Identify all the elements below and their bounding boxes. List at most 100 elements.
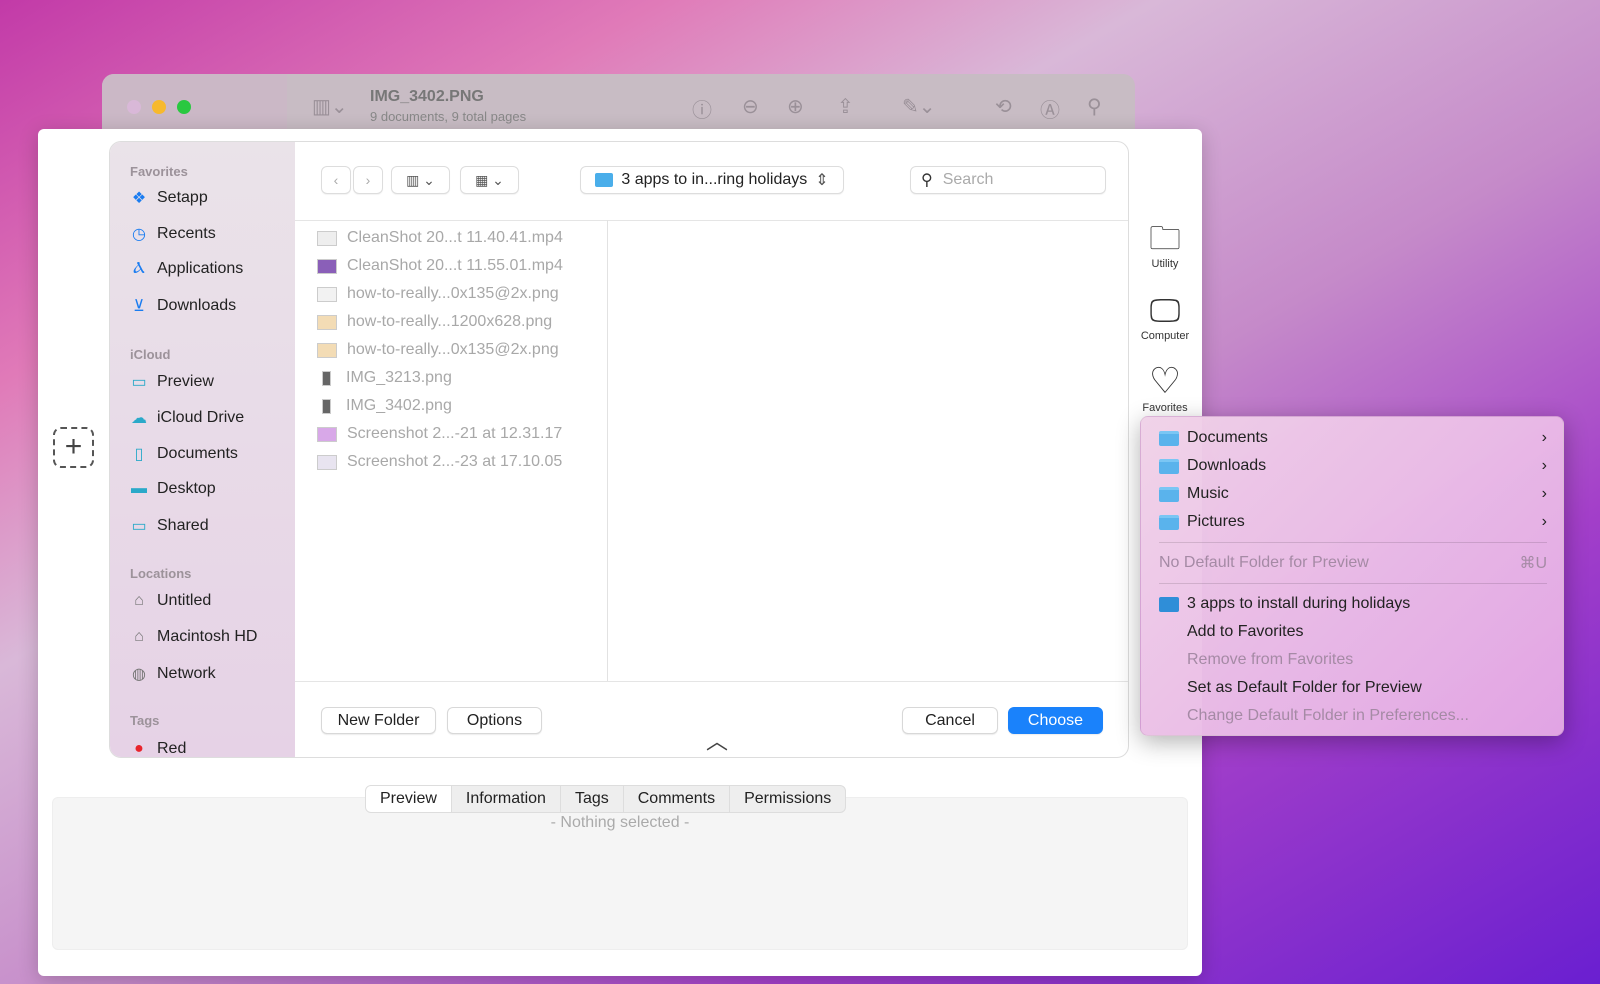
preview-window-titlebar: ▥⌄ IMG_3402.PNG 9 documents, 9 total pag… <box>102 74 1135 132</box>
file-name: IMG_3402.png <box>346 397 452 414</box>
sidebar-item-macintosh-hd[interactable]: ⌂ Macintosh HD <box>130 628 257 646</box>
menu-item-set-default[interactable]: Set as Default Folder for Preview <box>1159 675 1547 701</box>
sidebar-item-shared[interactable]: ▭ Shared <box>130 516 208 536</box>
utility-button[interactable]: 🗀 Utility <box>1140 218 1190 270</box>
sidebar-item-label: Recents <box>157 225 216 242</box>
file-row[interactable]: Screenshot 2...-23 at 17.10.05 <box>317 453 562 471</box>
columns-icon: ▥ ⌄ <box>406 171 435 188</box>
utility-folder-icon: 🗀 <box>1148 220 1181 256</box>
setapp-icon: ❖ <box>131 190 147 207</box>
computer-button[interactable]: 🖵 Computer <box>1140 290 1190 342</box>
info-icon[interactable]: ⓘ <box>692 94 712 123</box>
search-placeholder: Search <box>942 171 994 188</box>
sidebar-item-applications[interactable]: Ⲁ Applications <box>130 260 243 278</box>
back-button[interactable]: ‹ <box>321 166 351 194</box>
file-name: CleanShot 20...t 11.40.41.mp4 <box>347 229 563 246</box>
file-thumbnail-icon <box>317 454 337 470</box>
sidebar-toggle-icon[interactable]: ▥⌄ <box>312 94 348 119</box>
file-row[interactable]: how-to-really...0x135@2x.png <box>317 285 559 303</box>
folder-icon <box>1159 486 1179 502</box>
applications-icon: Ⲁ <box>133 260 145 277</box>
favorites-button[interactable]: ♡ Favorites <box>1140 360 1190 414</box>
shortcut-label: ⌘U <box>1519 555 1547 572</box>
minimize-button[interactable] <box>152 100 166 114</box>
file-row[interactable]: IMG_3402.png <box>317 397 452 415</box>
sidebar-item-label: Setapp <box>157 189 208 206</box>
file-name: CleanShot 20...t 11.55.01.mp4 <box>347 257 563 274</box>
file-row[interactable]: Screenshot 2...-21 at 12.31.17 <box>317 425 562 443</box>
file-row[interactable]: IMG_3213.png <box>317 369 452 387</box>
forward-button[interactable]: › <box>353 166 383 194</box>
menu-item-downloads[interactable]: Downloads › <box>1159 453 1547 479</box>
search-icon: ⚲ <box>921 172 933 189</box>
sidebar: Favorites ❖ Setapp ◷ Recents Ⲁ Applications… <box>110 142 295 757</box>
menu-item-music[interactable]: Music › <box>1159 481 1547 507</box>
add-plus-icon[interactable]: + <box>53 427 94 468</box>
folder-icon <box>1159 596 1179 612</box>
file-name: how-to-really...1200x628.png <box>347 313 553 330</box>
tab-comments[interactable]: Comments <box>622 786 729 812</box>
shared-folder-icon: ▭ <box>131 518 147 535</box>
menu-item-label: Downloads <box>1187 457 1267 474</box>
tab-information[interactable]: Information <box>450 786 560 812</box>
zoom-out-icon[interactable]: ⊖ <box>742 94 759 119</box>
rotate-icon[interactable]: ⟲ <box>995 94 1012 119</box>
view-mode-button[interactable]: ▥ ⌄ <box>391 166 450 194</box>
file-thumbnail-icon <box>322 398 331 414</box>
sidebar-item-documents[interactable]: ▯ Documents <box>130 444 238 464</box>
heart-icon: ♡ <box>1148 360 1182 401</box>
sidebar-item-label: Desktop <box>157 480 216 497</box>
file-name: Screenshot 2...-21 at 12.31.17 <box>347 425 563 442</box>
sidebar-item-setapp[interactable]: ❖ Setapp <box>130 188 208 208</box>
sidebar-item-red-tag[interactable]: ● Red <box>130 740 187 757</box>
tab-permissions[interactable]: Permissions <box>729 786 845 812</box>
file-row[interactable]: CleanShot 20...t 11.40.41.mp4 <box>317 229 563 247</box>
folder-icon <box>1159 430 1179 446</box>
sidebar-item-label: Macintosh HD <box>157 628 258 645</box>
cancel-button[interactable]: Cancel <box>902 707 998 734</box>
menu-item-current-folder[interactable]: 3 apps to install during holidays <box>1159 591 1547 617</box>
folder-icon: ▭ <box>131 374 147 391</box>
info-tabs: Preview Information Tags Comments Permission… <box>365 785 847 813</box>
sidebar-item-label: Red <box>157 740 187 757</box>
sidebar-item-preview[interactable]: ▭ Preview <box>130 372 213 392</box>
menu-item-add-favorites[interactable]: Add to Favorites <box>1159 619 1547 645</box>
markup-pen-icon[interactable]: ✎⌄ <box>902 94 936 119</box>
search-input[interactable]: ⚲ Search <box>910 166 1106 194</box>
file-row[interactable]: how-to-really...0x135@2x.png <box>317 341 559 359</box>
new-folder-button[interactable]: New Folder <box>321 707 436 734</box>
window-subtitle: 9 documents, 9 total pages <box>370 109 527 124</box>
share-icon[interactable]: ⇪ <box>837 94 854 119</box>
sidebar-item-downloads[interactable]: ⊻ Downloads <box>130 296 236 316</box>
zoom-in-icon[interactable]: ⊕ <box>787 94 804 119</box>
chevron-right-icon: › <box>1541 429 1547 446</box>
file-row[interactable]: CleanShot 20...t 11.55.01.mp4 <box>317 257 563 275</box>
collapse-chevron-icon[interactable]: ︿ <box>706 724 728 756</box>
chevron-right-icon: › <box>1541 513 1547 530</box>
search-icon[interactable]: ⚲ <box>1087 94 1102 119</box>
desktop-icon: ▬ <box>131 480 147 497</box>
path-popup[interactable]: 3 apps to in...ring holidays ⇕ <box>580 166 844 194</box>
file-row[interactable]: how-to-really...1200x628.png <box>317 313 552 331</box>
zoom-button[interactable] <box>177 100 191 114</box>
close-button[interactable] <box>127 100 141 114</box>
menu-item-pictures[interactable]: Pictures › <box>1159 509 1547 535</box>
sidebar-item-untitled[interactable]: ⌂ Untitled <box>130 592 211 610</box>
group-button[interactable]: ▦ ⌄ <box>460 166 519 194</box>
sidebar-header-tags: Tags <box>130 713 160 728</box>
sidebar-item-recents[interactable]: ◷ Recents <box>130 224 216 244</box>
options-button[interactable]: Options <box>447 707 542 734</box>
file-thumbnail-icon <box>317 426 337 442</box>
annotate-icon[interactable]: Ⓐ <box>1040 94 1060 123</box>
sidebar-item-label: Downloads <box>157 297 237 314</box>
sidebar-item-label: Network <box>157 665 216 682</box>
sidebar-item-icloud-drive[interactable]: ☁ iCloud Drive <box>130 408 244 428</box>
tab-preview[interactable]: Preview <box>366 786 451 812</box>
sidebar-item-desktop[interactable]: ▬ Desktop <box>130 480 216 498</box>
menu-item-documents[interactable]: Documents › <box>1159 425 1547 451</box>
sidebar-item-label: Untitled <box>157 592 212 609</box>
tab-tags[interactable]: Tags <box>559 786 623 812</box>
choose-button[interactable]: Choose <box>1008 707 1103 734</box>
grid-icon: ▦ ⌄ <box>475 171 504 188</box>
sidebar-item-network[interactable]: ◍ Network <box>130 664 216 684</box>
